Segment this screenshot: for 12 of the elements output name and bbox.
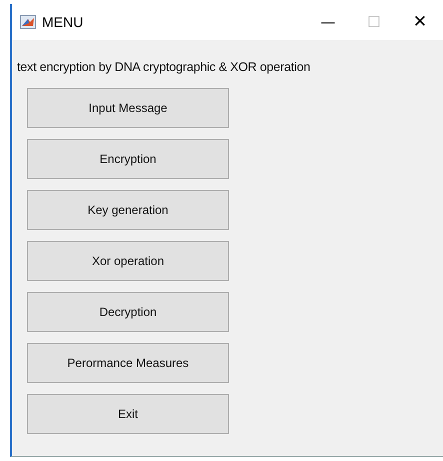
menu-button[interactable]: Encryption <box>27 139 229 179</box>
menu-button[interactable]: Perormance Measures <box>27 343 229 383</box>
app-icon <box>20 15 36 29</box>
close-button[interactable]: ✕ <box>397 7 443 37</box>
window-title: MENU <box>42 14 84 30</box>
menu-button[interactable]: Input Message <box>27 88 229 128</box>
menu-button[interactable]: Exit <box>27 394 229 434</box>
menu-button[interactable]: Xor operation <box>27 241 229 281</box>
heading-label: text encryption by DNA cryptographic & XOR operation <box>17 60 310 74</box>
minimize-button[interactable]: — <box>305 7 351 37</box>
menu-button[interactable]: Key generation <box>27 190 229 230</box>
menu-button[interactable]: Decryption <box>27 292 229 332</box>
